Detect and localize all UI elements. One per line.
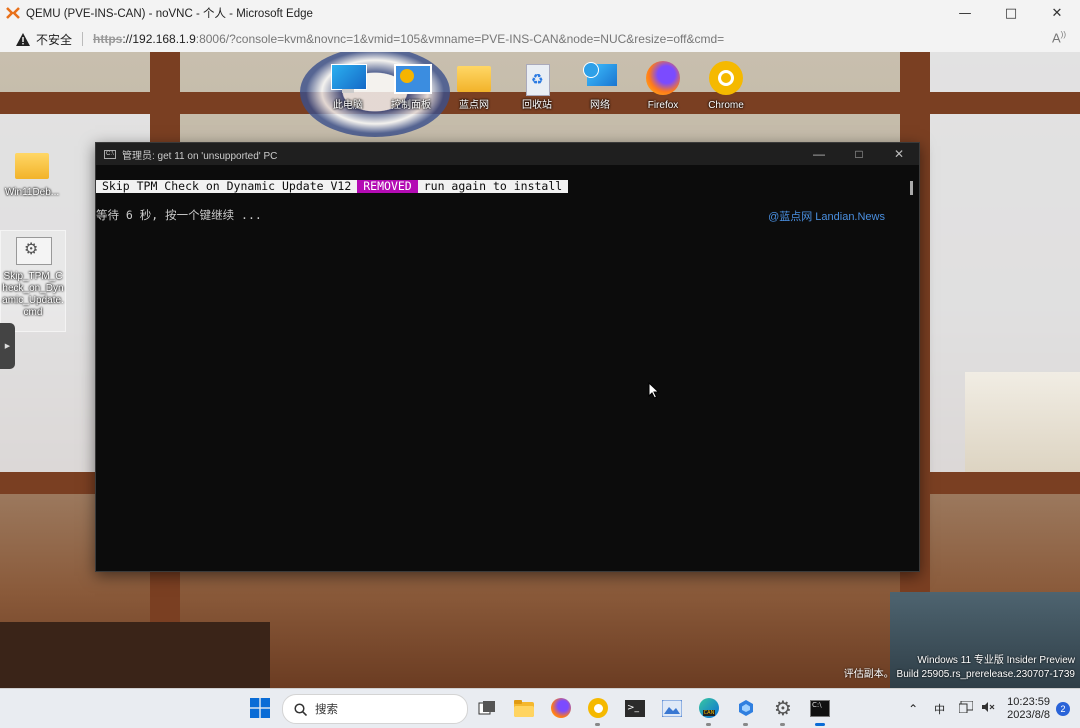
desktop-icon-network[interactable]: 网络 [565,60,635,112]
banner-hint: run again to install [417,180,569,193]
desktop-icon-landian[interactable]: 蓝点网 [439,60,509,112]
icon-label: 蓝点网 [459,100,489,111]
photos-icon[interactable] [661,697,683,719]
address-bar[interactable]: 不安全 https://192.168.1.9:8006/?console=kv… [0,26,1080,53]
icon-label: 控制面板 [391,100,431,111]
icon-label: Firefox [647,100,679,111]
watermark: @蓝点网 Landian.News [768,211,885,223]
browser-title-bar: QEMU (PVE-INS-CAN) - noVNC - 个人 - Micros… [0,0,1080,26]
running-indicator [815,723,825,726]
divider [82,32,84,46]
close-button[interactable]: ✕ [1034,0,1080,26]
running-indicator [780,723,785,726]
minimize-button[interactable]: — [942,0,988,26]
window-title: QEMU (PVE-INS-CAN) - noVNC - 个人 - Micros… [26,8,313,20]
folder-icon [13,147,51,185]
notification-badge[interactable]: 2 [1056,701,1070,716]
scrollbar-thumb[interactable] [910,181,913,195]
maximize-button[interactable]: □ [988,0,1034,26]
wait-message: 等待 6 秒, 按一个键继续 ... [96,208,262,222]
app-icon[interactable] [735,697,757,719]
volume-muted-icon[interactable] [981,701,995,716]
chevron-up-icon[interactable]: ⌃ [908,702,918,716]
clock-time: 10:23:59 [1007,695,1050,708]
monitor-icon [329,60,367,98]
url-host: ://192.168.1.9 [122,32,196,46]
taskbar-search[interactable]: 搜索 [282,694,468,724]
url-rest: :8006/?console=kvm&novnc=1&vmid=105&vmna… [195,32,725,46]
cmd-icon: C:\ [104,149,116,159]
icon-label: 回收站 [522,100,552,111]
novnc-sidebar-handle[interactable]: ▶ [0,323,15,369]
chrome-icon [707,60,745,98]
build-edition: Windows 11 专业版 Insider Preview [917,655,1075,666]
clock[interactable]: 10:23:59 2023/8/8 [1007,696,1050,722]
read-aloud-icon[interactable]: A)) [1052,30,1066,45]
cmd-title: 管理员: get 11 on 'unsupported' PC [122,150,278,162]
build-watermark: Windows 11 专业版 Insider Preview 评估副本。 Bui… [844,654,1075,682]
desktop-icon-control-panel[interactable]: 控制面板 [376,60,446,112]
warning-icon[interactable] [16,32,30,46]
search-placeholder: 搜索 [315,704,338,716]
cmd-taskbar-icon[interactable]: C:\ [809,697,831,719]
insecure-label[interactable]: 不安全 [36,31,72,48]
desktop-icon-recycle-bin[interactable]: ♻ 回收站 [502,60,572,112]
settings-icon[interactable]: ⚙ [772,697,794,719]
url-scheme: https [93,32,123,46]
edge-canary-icon[interactable]: CAN [698,697,720,719]
task-view-icon[interactable] [476,697,498,719]
ime-indicator[interactable]: 中 [934,701,945,717]
network-tray-icon[interactable] [958,700,974,716]
gear-file-icon: ⚙ [14,231,52,269]
icon-label: Skip_TPM_Check_on_Dynamic_Update.cmd [2,271,64,318]
cmd-scrollbar[interactable] [905,165,919,571]
icon-label: 此电脑 [333,100,363,111]
desktop-icon-skip-tpm-cmd[interactable]: ⚙ Skip_TPM_Check_on_Dynamic_Update.cmd [0,230,66,332]
cmd-maximize-button[interactable]: □ [839,143,879,165]
qemu-logo-icon [6,6,20,20]
banner-status: REMOVED [357,180,418,193]
folder-icon [455,60,493,98]
cmd-console[interactable]: Skip TPM Check on Dynamic Update V12 REM… [96,165,905,571]
desktop-icon-this-pc[interactable]: 此电脑 [313,60,383,112]
terminal-icon[interactable]: >_ [624,697,646,719]
icon-label: 网络 [590,100,610,111]
running-indicator [743,723,748,726]
cmd-minimize-button[interactable]: — [799,143,839,165]
build-number: 评估副本。 Build 25905.rs_prerelease.230707-1… [843,669,1075,680]
desktop-icon-win11-deb[interactable]: Win11Deb... [0,147,64,199]
banner-title: Skip TPM Check on Dynamic Update V12 [96,180,358,193]
running-indicator [706,723,711,726]
running-indicator [595,723,600,726]
firefox-icon [644,60,682,98]
background-books [965,372,1080,472]
firefox-taskbar-icon[interactable] [550,697,572,719]
taskbar: 搜索 >_ CAN ⚙ C:\ ⌃ 中 10:23:59 2023/8/8 2 [0,688,1080,728]
start-icon[interactable] [249,697,271,719]
file-explorer-icon[interactable] [513,697,535,719]
chrome-canary-icon[interactable] [587,697,609,719]
search-icon [293,702,307,716]
status-banner: Skip TPM Check on Dynamic Update V12 REM… [96,180,569,193]
icon-label: Chrome [708,100,744,111]
icon-label: Win11Deb... [4,187,60,198]
cmd-window[interactable]: C:\ 管理员: get 11 on 'unsupported' PC — □ … [95,142,920,572]
cmd-close-button[interactable]: ✕ [879,143,919,165]
desktop-icon-firefox[interactable]: Firefox [628,60,698,112]
cmd-title-bar[interactable]: C:\ 管理员: get 11 on 'unsupported' PC — □ … [96,143,919,165]
control-panel-icon [392,60,432,98]
url-text[interactable]: https://192.168.1.9:8006/?console=kvm&no… [93,32,724,46]
recycle-bin-icon: ♻ [518,60,556,98]
clock-date: 2023/8/8 [1007,708,1050,721]
desktop-icon-chrome[interactable]: Chrome [691,60,761,112]
background-abacus [0,622,270,688]
system-tray: ⌃ 中 10:23:59 2023/8/8 2 [908,689,1080,728]
network-icon [581,60,619,98]
